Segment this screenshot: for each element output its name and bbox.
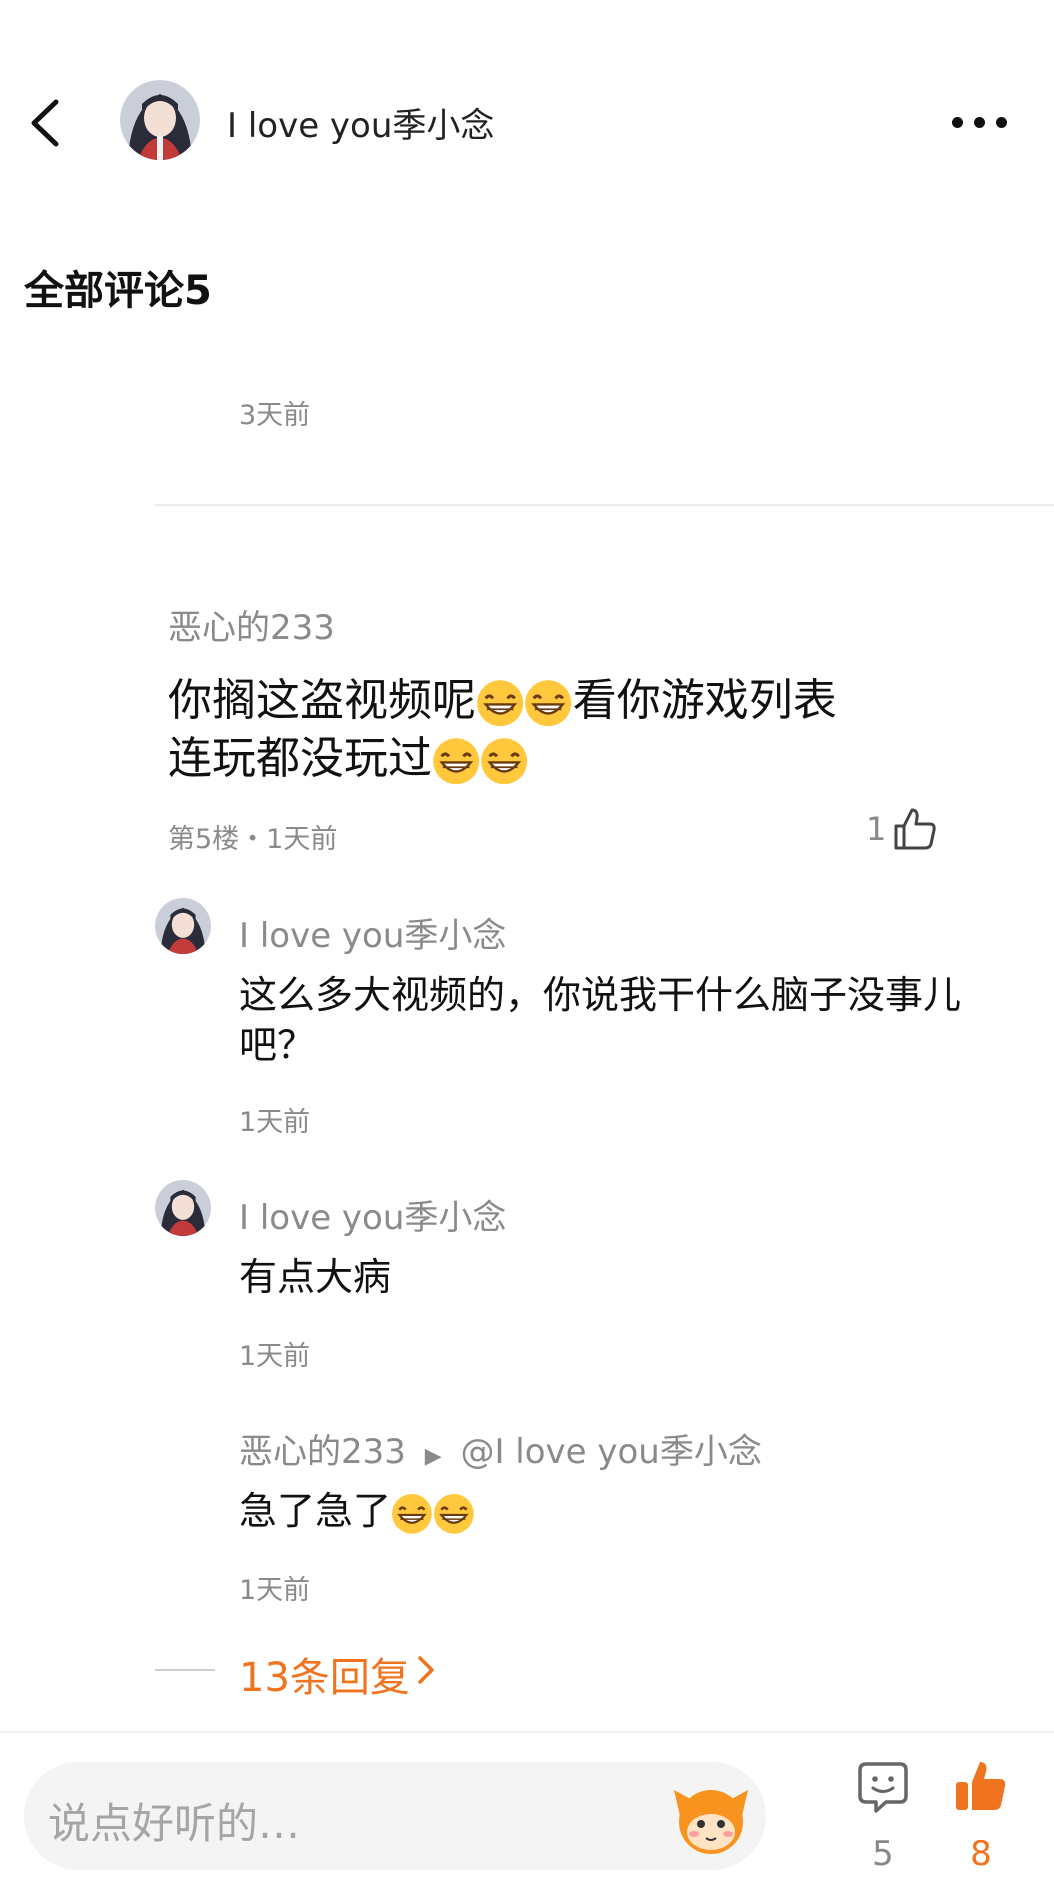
reply-text: 这么多大视频的，你说我干什么脑子没事儿吧？ [239, 973, 962, 1067]
author-avatar[interactable] [120, 80, 200, 160]
reply-author-line: 恶心的233 ▶ @I love you季小念 [239, 1424, 762, 1473]
comment-input-placeholder: 说点好听的… [48, 1799, 301, 1848]
more-options-icon[interactable] [950, 112, 1010, 132]
comment-input[interactable]: 说点好听的… [24, 1762, 766, 1870]
like-count: 8 [970, 1834, 992, 1874]
grin-emoji-icon [433, 1493, 474, 1534]
reply-time: 1天前 [239, 1107, 311, 1138]
chevron-right-icon [418, 1656, 434, 1684]
grin-emoji-icon [525, 680, 572, 726]
comment-count-button[interactable]: 5 [848, 1760, 918, 1880]
reply-author[interactable]: I love you季小念 [239, 908, 506, 957]
comment-text-part1: 你搁这盗视频呢 [168, 675, 476, 726]
reply-to-mention[interactable]: @I love you季小念 [460, 1432, 761, 1472]
comment-count: 5 [872, 1834, 894, 1874]
back-arrow-icon[interactable] [24, 96, 70, 150]
reply-time: 1天前 [239, 1341, 311, 1372]
top-bar: I love you季小念 [0, 60, 1054, 180]
prev-comment-time: 3天前 [239, 400, 311, 431]
more-replies-line [155, 1669, 215, 1671]
reply-author[interactable]: I love you季小念 [239, 1190, 506, 1239]
mascot-emoji-icon[interactable] [670, 1776, 752, 1858]
grin-emoji-icon [481, 738, 528, 784]
reply-arrow-icon: ▶ [424, 1444, 442, 1469]
comment-text: 你搁这盗视频呢 看你游戏列表连玩都没玩过 [168, 672, 948, 788]
reply-time: 1天前 [239, 1575, 311, 1606]
comment-author[interactable]: 恶心的233 [168, 600, 335, 649]
reply-text: 有点大病 [239, 1255, 392, 1299]
more-replies-label: 13条回复 [239, 1655, 410, 1701]
grin-emoji-icon [433, 738, 480, 784]
comment-meta: 第5楼・1天前 [168, 824, 338, 855]
page-title: I love you季小念 [227, 106, 495, 146]
thumbs-up-icon [894, 808, 936, 850]
all-comments-title: 全部评论5 [24, 268, 212, 314]
reply-text-content: 急了急了 [239, 1489, 392, 1533]
reply-avatar[interactable] [155, 898, 211, 954]
grin-emoji-icon [477, 680, 524, 726]
reply-author[interactable]: 恶心的233 [239, 1432, 406, 1472]
reply-text: 急了急了 [239, 1486, 475, 1536]
grin-emoji-icon [392, 1493, 432, 1534]
thumbs-up-filled-icon [956, 1762, 1006, 1810]
like-button[interactable]: 8 [946, 1760, 1016, 1880]
reply-avatar[interactable] [155, 1180, 211, 1236]
comment-divider [155, 504, 1054, 506]
comment-bubble-icon [858, 1762, 908, 1813]
bottom-divider [0, 1731, 1054, 1733]
comment-like-count: 1 [866, 810, 887, 848]
comment-text-part2: 看你游戏列表 [572, 675, 837, 726]
comment-text-part3: 连玩都没玩过 [168, 733, 432, 784]
